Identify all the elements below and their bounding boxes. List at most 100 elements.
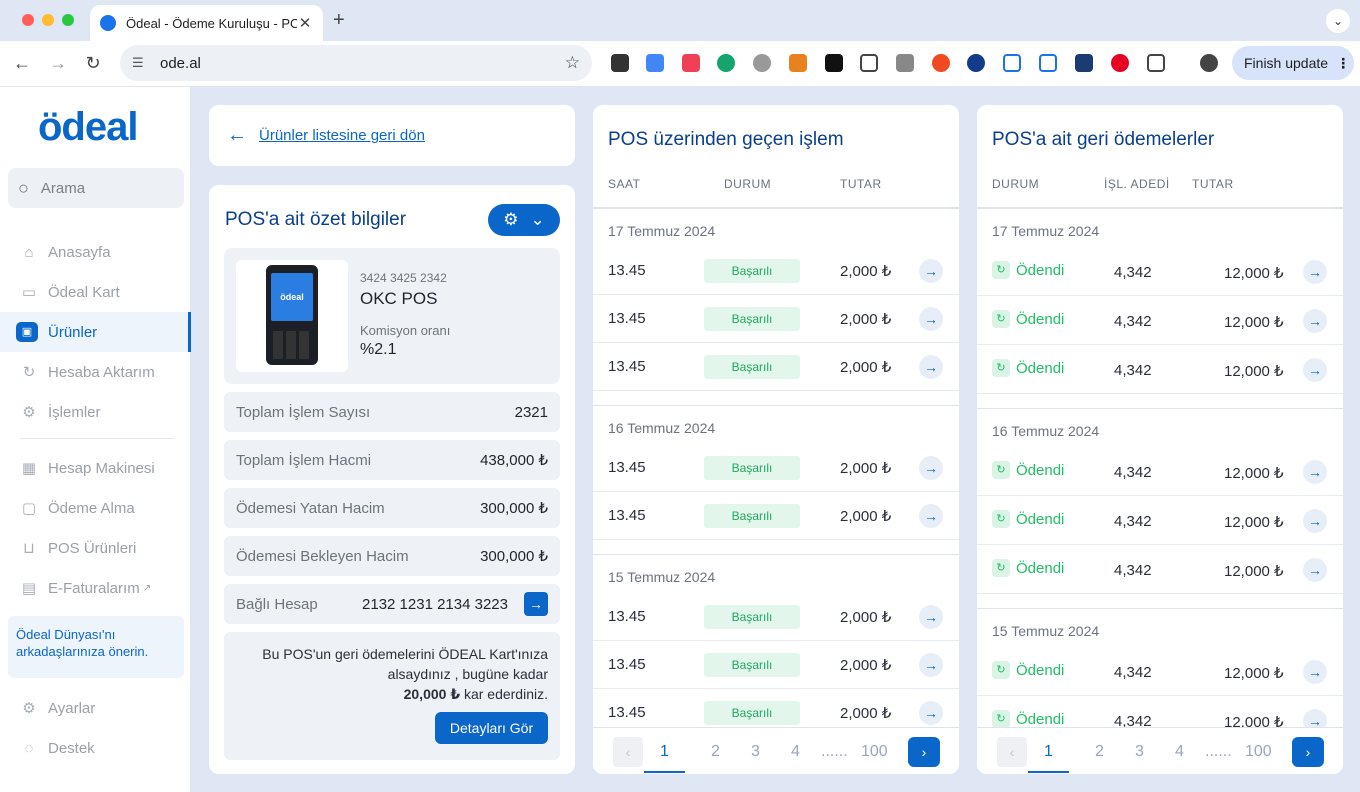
- table-row[interactable]: 13.45 Başarılı 2,000 ₺ →: [593, 593, 959, 641]
- next-page-button[interactable]: ›: [1292, 737, 1324, 767]
- row-arrow-icon[interactable]: →: [1303, 660, 1327, 684]
- sidebar-item-hesaba-aktarim[interactable]: ↻ Hesaba Aktarım: [0, 352, 191, 392]
- table-row[interactable]: ↻ Ödendi 4,342 12,000 ₺ →: [977, 296, 1343, 345]
- back-arrow-icon[interactable]: ←: [227, 124, 247, 147]
- browser-tab[interactable]: Ödeal - Ödeme Kuruluşu - POS ✕: [90, 5, 323, 41]
- page-number[interactable]: ......: [1205, 743, 1232, 761]
- table-row[interactable]: ↻ Ödendi 4,342 12,000 ₺ →: [977, 345, 1343, 394]
- settings-dropdown-button[interactable]: ⚙ ⌄: [488, 204, 560, 236]
- row-value: 300,000 ₺: [480, 500, 548, 517]
- prev-page-button[interactable]: ‹: [613, 737, 643, 767]
- sidebar-item-anasayfa[interactable]: ⌂ Anasayfa: [0, 232, 191, 272]
- row-arrow-icon[interactable]: →: [1303, 309, 1327, 333]
- site-favicon-icon: [100, 15, 116, 31]
- table-row[interactable]: ↻ Ödendi 4,342 12,000 ₺ →: [977, 647, 1343, 696]
- row-arrow-icon[interactable]: →: [1303, 509, 1327, 533]
- table-row[interactable]: ↻ Ödendi 4,342 12,000 ₺ →: [977, 247, 1343, 296]
- eyedropper-extension-icon[interactable]: [611, 54, 629, 72]
- page-number[interactable]: 3: [751, 743, 760, 761]
- sidebar-item-destek[interactable]: ◌ Destek: [0, 728, 191, 768]
- sidebar-item-e-faturalarim[interactable]: ▤ E-Faturalarım ↗: [0, 568, 191, 608]
- refunds-pagination: ‹ 1 2 3 4...... 100 ›: [977, 727, 1343, 774]
- finish-update-button[interactable]: Finish update ⋮: [1232, 46, 1354, 80]
- translate-extension-icon[interactable]: [646, 54, 664, 72]
- back-arrow-icon[interactable]: ←: [11, 53, 33, 74]
- table-row[interactable]: 13.45 Başarılı 2,000 ₺ →: [593, 295, 959, 343]
- bookmark-star-icon[interactable]: ☆: [565, 53, 580, 73]
- tab-search-chevron-icon[interactable]: ⌄: [1326, 9, 1350, 33]
- maximize-window-dot[interactable]: [62, 14, 74, 26]
- details-button[interactable]: Detayları Gör: [435, 712, 548, 744]
- close-window-dot[interactable]: [22, 14, 34, 26]
- table-row[interactable]: ↻ Ödendi 4,342 12,000 ₺ →: [977, 545, 1343, 594]
- crop-extension-icon[interactable]: [1039, 54, 1057, 72]
- sidebar-item-pos-urunleri[interactable]: ⊔ POS Ürünleri: [0, 528, 191, 568]
- video-extension-icon[interactable]: [1075, 54, 1093, 72]
- table-row[interactable]: 13.45 Başarılı 2,000 ₺ →: [593, 641, 959, 689]
- sidebar-item-hesap-makinesi[interactable]: ▦ Hesap Makinesi: [0, 448, 191, 488]
- prev-page-button[interactable]: ‹: [997, 737, 1027, 767]
- more-menu-icon[interactable]: ⋮: [1336, 55, 1350, 72]
- row-arrow-icon[interactable]: →: [919, 504, 943, 528]
- page-number[interactable]: 4: [1175, 743, 1184, 761]
- table-row[interactable]: 13.45 Başarılı 2,000 ₺ →: [593, 247, 959, 295]
- row-count: 4,342: [1114, 264, 1152, 281]
- grammarly-extension-icon[interactable]: [717, 54, 735, 72]
- page-number[interactable]: 1: [644, 743, 685, 773]
- row-arrow-icon[interactable]: →: [919, 259, 943, 283]
- new-tab-icon[interactable]: +: [333, 9, 345, 32]
- referral-promo[interactable]: Ödeal Dünyası'nı arkadaşlarınıza önerin.: [8, 616, 184, 678]
- row-arrow-icon[interactable]: →: [919, 701, 943, 725]
- forward-arrow-icon[interactable]: →: [47, 53, 69, 74]
- page-number[interactable]: 100: [1245, 743, 1272, 761]
- search-input[interactable]: ○ Arama: [8, 168, 184, 208]
- screenshot-extension-icon[interactable]: [860, 54, 878, 72]
- table-row[interactable]: 13.45 Başarılı 2,000 ₺ →: [593, 444, 959, 492]
- sidebar-item-urunler[interactable]: ▣ Ürünler: [0, 312, 191, 352]
- page-number[interactable]: 2: [1095, 743, 1104, 761]
- row-arrow-icon[interactable]: →: [919, 456, 943, 480]
- page-number[interactable]: 3: [1135, 743, 1144, 761]
- sidebar-item-islemler[interactable]: ⚙ İşlemler: [0, 392, 191, 432]
- sidebar-item-ayarlar[interactable]: ⚙ Ayarlar: [0, 688, 191, 728]
- linked-account-arrow-icon[interactable]: →: [524, 592, 548, 616]
- odeal-logo[interactable]: ödeal: [38, 105, 138, 150]
- settings-extension-icon[interactable]: [753, 54, 771, 72]
- next-page-button[interactable]: ›: [908, 737, 940, 767]
- back-to-products-link[interactable]: Ürünler listesine geri dön: [259, 127, 425, 144]
- minimize-window-dot[interactable]: [42, 14, 54, 26]
- table-row[interactable]: 13.45 Başarılı 2,000 ₺ →: [593, 492, 959, 540]
- camera-extension-icon[interactable]: [896, 54, 914, 72]
- reload-icon[interactable]: ↻: [82, 53, 104, 74]
- row-arrow-icon[interactable]: →: [919, 307, 943, 331]
- metamask-extension-icon[interactable]: [789, 54, 807, 72]
- table-row[interactable]: ↻ Ödendi 4,342 12,000 ₺ →: [977, 447, 1343, 496]
- extensions-puzzle-icon[interactable]: [1147, 54, 1165, 72]
- page-number[interactable]: 1: [1028, 743, 1069, 773]
- row-arrow-icon[interactable]: →: [919, 653, 943, 677]
- row-arrow-icon[interactable]: →: [1303, 460, 1327, 484]
- pinterest-extension-icon[interactable]: [1111, 54, 1129, 72]
- table-row[interactable]: ↻ Ödendi 4,342 12,000 ₺ →: [977, 496, 1343, 545]
- page-number[interactable]: ......: [821, 743, 848, 761]
- row-arrow-icon[interactable]: →: [919, 355, 943, 379]
- pocket-extension-icon[interactable]: [682, 54, 700, 72]
- close-tab-icon[interactable]: ✕: [297, 14, 313, 32]
- sidebar-item-odeme-alma[interactable]: ▢ Ödeme Alma: [0, 488, 191, 528]
- row-arrow-icon[interactable]: →: [1303, 558, 1327, 582]
- site-settings-icon[interactable]: ☰: [132, 55, 148, 71]
- address-bar[interactable]: ☰ ode.al ☆: [120, 45, 592, 81]
- page-number[interactable]: 2: [711, 743, 720, 761]
- sidebar-item-odeal-kart[interactable]: ▭ Ödeal Kart: [0, 272, 191, 312]
- add-extension-icon[interactable]: [932, 54, 950, 72]
- page-number[interactable]: 4: [791, 743, 800, 761]
- profile-avatar[interactable]: [1200, 54, 1218, 72]
- notion-extension-icon[interactable]: [825, 54, 843, 72]
- page-number[interactable]: 100: [861, 743, 888, 761]
- window-extension-icon[interactable]: [1003, 54, 1021, 72]
- table-row[interactable]: 13.45 Başarılı 2,000 ₺ →: [593, 343, 959, 391]
- row-arrow-icon[interactable]: →: [1303, 260, 1327, 284]
- row-arrow-icon[interactable]: →: [919, 605, 943, 629]
- globe-extension-icon[interactable]: [967, 54, 985, 72]
- row-arrow-icon[interactable]: →: [1303, 358, 1327, 382]
